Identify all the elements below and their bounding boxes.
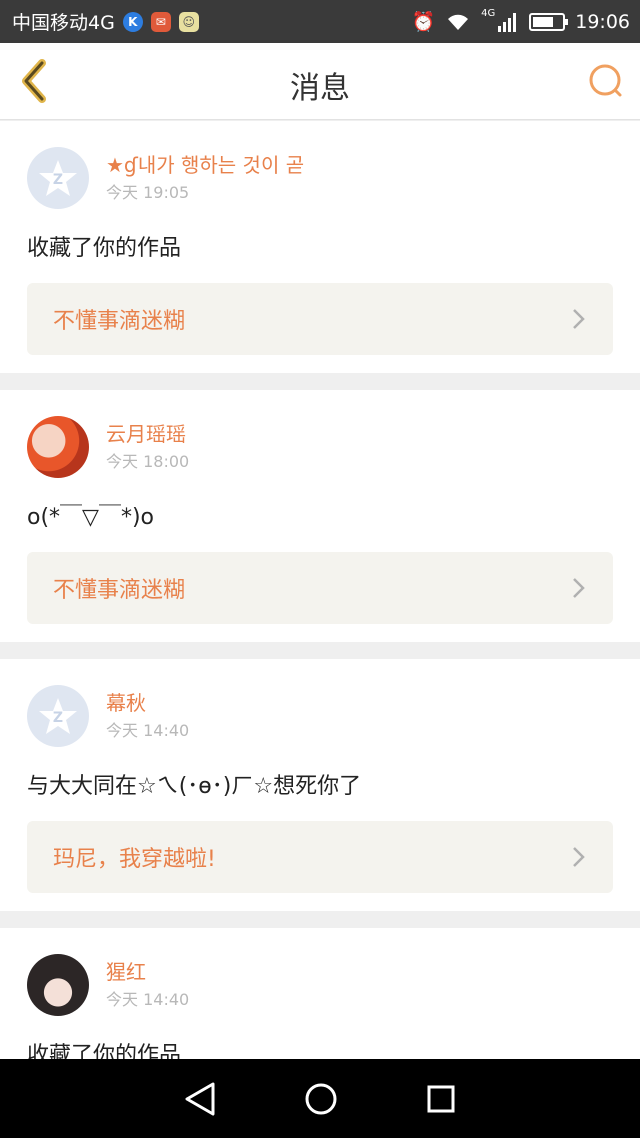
avatar[interactable]	[27, 954, 89, 1016]
work-title: 玛尼，我穿越啦!	[53, 847, 216, 872]
message-card[interactable]: Z ★ɠ내가 행하는 것이 곧 今天 19:05 收藏了你的作品 不懂事滴迷糊	[0, 121, 640, 373]
work-link[interactable]: 不懂事滴迷糊	[27, 283, 613, 355]
chevron-right-icon	[573, 847, 585, 867]
chevron-right-icon	[573, 309, 585, 329]
work-title: 不懂事滴迷糊	[53, 578, 186, 603]
username[interactable]: ★ɠ내가 행하는 것이 곧	[106, 151, 304, 179]
message-text: o(*￣▽￣*)o	[27, 505, 155, 530]
page-title: 消息	[290, 71, 350, 106]
svg-text:Z: Z	[53, 710, 63, 726]
alarm-icon: ⏰	[411, 11, 436, 33]
username[interactable]: 幕秋	[106, 689, 189, 717]
username[interactable]: 云月瑶瑶	[106, 420, 189, 448]
signal-icon	[498, 12, 517, 32]
search-icon[interactable]	[586, 61, 626, 101]
status-bar: 中国移动4G K ✉ ☺ ⏰ 4G 19:06	[0, 0, 640, 43]
svg-text:Z: Z	[53, 172, 63, 188]
clock-time: 19:06	[575, 10, 630, 33]
battery-icon	[529, 12, 569, 31]
network-type-label: 4G	[481, 8, 496, 19]
avatar[interactable]	[27, 416, 89, 478]
default-avatar-icon: Z	[39, 698, 77, 734]
message-user-row: Z ★ɠ내가 행하는 것이 곧 今天 19:05	[27, 143, 613, 213]
message-time: 今天 14:40	[106, 990, 190, 1009]
app-k-icon: K	[122, 11, 143, 32]
wifi-icon	[448, 14, 469, 30]
carrier-label: 中国移动4G	[12, 12, 115, 34]
mail-app-icon: ✉	[150, 11, 171, 32]
default-avatar-icon: Z	[39, 160, 77, 196]
message-text: 收藏了你的作品	[27, 1043, 182, 1059]
message-card[interactable]: 猩红 今天 14:40 收藏了你的作品	[0, 928, 640, 1059]
message-user-row: 猩红 今天 14:40	[27, 950, 613, 1020]
avatar[interactable]: Z	[27, 685, 89, 747]
message-text: 收藏了你的作品	[27, 236, 182, 261]
square-recent-icon[interactable]	[425, 1083, 457, 1115]
avatar[interactable]: Z	[27, 147, 89, 209]
chevron-right-icon	[573, 578, 585, 598]
circle-home-icon[interactable]	[303, 1081, 339, 1117]
message-time: 今天 18:00	[106, 452, 190, 471]
triangle-back-icon[interactable]	[183, 1081, 217, 1117]
app-header: 消息	[0, 43, 640, 120]
message-card[interactable]: 云月瑶瑶 今天 18:00 o(*￣▽￣*)o 不懂事滴迷糊	[0, 390, 640, 642]
message-text: 与大大同在☆ㄟ(･ө･)ㄏ☆想死你了	[27, 774, 362, 799]
message-time: 今天 14:40	[106, 721, 190, 740]
message-time: 今天 19:05	[106, 183, 190, 202]
message-list: Z ★ɠ내가 행하는 것이 곧 今天 19:05 收藏了你的作品 不懂事滴迷糊 …	[0, 121, 640, 1059]
work-link[interactable]: 玛尼，我穿越啦!	[27, 821, 613, 893]
work-link[interactable]: 不懂事滴迷糊	[27, 552, 613, 624]
message-card[interactable]: Z 幕秋 今天 14:40 与大大同在☆ㄟ(･ө･)ㄏ☆想死你了 玛尼，我穿越啦…	[0, 659, 640, 911]
work-title: 不懂事滴迷糊	[53, 309, 186, 334]
system-nav-bar	[0, 1059, 640, 1138]
message-user-row: 云月瑶瑶 今天 18:00	[27, 412, 613, 482]
chat-app-icon: ☺	[178, 11, 199, 32]
message-user-row: Z 幕秋 今天 14:40	[27, 681, 613, 751]
username[interactable]: 猩红	[106, 958, 189, 986]
